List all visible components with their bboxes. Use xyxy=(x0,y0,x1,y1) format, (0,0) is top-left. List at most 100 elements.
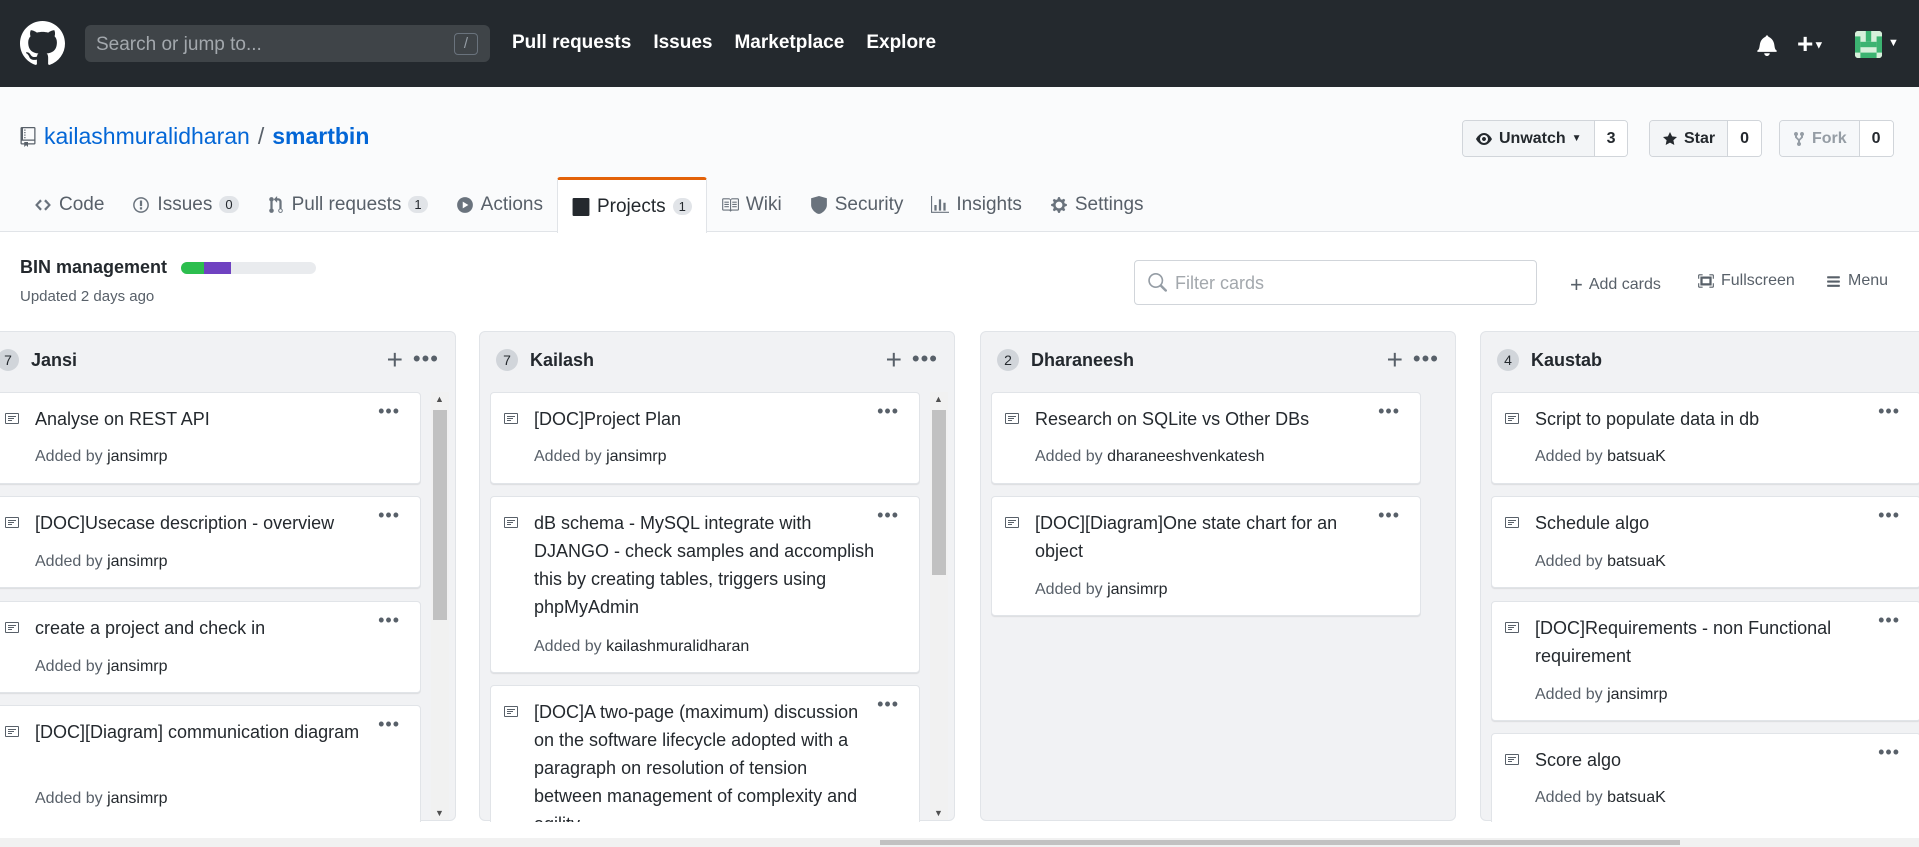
column-scrollbar[interactable]: ▲ ▼ xyxy=(930,392,948,820)
card-author[interactable]: jansimrp xyxy=(107,448,167,465)
card-meta: Added by dharaneeshvenkatesh xyxy=(1035,448,1265,466)
fork-button[interactable]: Fork xyxy=(1780,121,1859,156)
fork-count[interactable]: 0 xyxy=(1858,121,1893,156)
star-button[interactable]: Star xyxy=(1650,121,1728,156)
card[interactable]: [DOC]Usecase description - overview ••• … xyxy=(0,496,421,588)
card-title: [DOC][Diagram]One state chart for an obj… xyxy=(1035,513,1338,561)
kebab-horizontal-icon[interactable]: ••• xyxy=(877,505,899,526)
nav-pull-requests[interactable]: Pull requests xyxy=(512,32,631,54)
add-card-icon[interactable]: + xyxy=(387,344,403,376)
chevron-down-icon[interactable]: ▼ xyxy=(1888,37,1899,49)
card[interactable]: dB schema - MySQL integrate with DJANGO … xyxy=(490,496,920,673)
card-author[interactable]: batsuaK xyxy=(1607,553,1666,570)
kebab-horizontal-icon[interactable]: ••• xyxy=(378,505,400,526)
github-logo-icon[interactable] xyxy=(20,21,65,66)
nav-issues[interactable]: Issues xyxy=(653,32,712,54)
scroll-up-icon[interactable]: ▲ xyxy=(934,394,943,404)
column-dharaneesh: 2 Dharaneesh + ••• Research on SQLite vs… xyxy=(980,331,1456,821)
star-button-group: Star 0 xyxy=(1649,120,1763,157)
watch-count[interactable]: 3 xyxy=(1593,121,1628,156)
tab-insights[interactable]: Insights xyxy=(917,177,1035,232)
card[interactable]: Score algo ••• Added by batsuaK xyxy=(1491,733,1919,822)
column-scrollbar[interactable]: ▲ ▼ xyxy=(431,392,449,820)
card-author[interactable]: jansimrp xyxy=(107,553,167,570)
scrollbar-thumb[interactable] xyxy=(932,410,946,575)
card[interactable]: Schedule algo ••• Added by batsuaK xyxy=(1491,496,1919,588)
tab-label: Projects xyxy=(596,195,666,217)
tab-settings[interactable]: Settings xyxy=(1036,177,1158,232)
kebab-horizontal-icon[interactable]: ••• xyxy=(1878,742,1900,763)
user-avatar[interactable] xyxy=(1855,31,1882,58)
kebab-horizontal-icon[interactable]: ••• xyxy=(912,346,938,372)
card-author[interactable]: kailashmuralidharan xyxy=(606,638,749,655)
add-card-icon[interactable]: + xyxy=(886,344,902,376)
tab-projects[interactable]: Projects 1 xyxy=(556,177,707,233)
card[interactable]: [DOC]A two-page (maximum) discussion on … xyxy=(490,685,920,822)
card-author[interactable]: dharaneeshvenkatesh xyxy=(1107,448,1264,465)
kebab-horizontal-icon[interactable]: ••• xyxy=(378,714,400,735)
card-meta: Added by jansimrp xyxy=(35,658,168,676)
fork-icon xyxy=(1794,131,1804,146)
kebab-horizontal-icon[interactable]: ••• xyxy=(378,610,400,631)
kebab-horizontal-icon[interactable]: ••• xyxy=(1378,401,1400,422)
column-cards: Research on SQLite vs Other DBs ••• Adde… xyxy=(991,392,1421,822)
scrollbar-thumb[interactable] xyxy=(880,840,1680,845)
card-author[interactable]: jansimrp xyxy=(1107,581,1167,598)
star-count[interactable]: 0 xyxy=(1727,121,1762,156)
kebab-horizontal-icon[interactable]: ••• xyxy=(1413,346,1439,372)
card[interactable]: Research on SQLite vs Other DBs ••• Adde… xyxy=(991,392,1421,484)
nav-marketplace[interactable]: Marketplace xyxy=(734,32,844,54)
kebab-horizontal-icon[interactable]: ••• xyxy=(1878,505,1900,526)
tab-security[interactable]: Security xyxy=(796,177,918,232)
create-new-menu-button[interactable]: +▼ xyxy=(1797,28,1824,60)
card-title: Analyse on REST API xyxy=(35,409,210,429)
card[interactable]: Analyse on REST API ••• Added by jansimr… xyxy=(0,392,421,484)
scroll-up-icon[interactable]: ▲ xyxy=(435,394,444,404)
added-by-label: Added by xyxy=(35,553,103,570)
card[interactable]: [DOC][Diagram] communication diagram •••… xyxy=(0,705,421,822)
unwatch-button[interactable]: Unwatch ▼ xyxy=(1463,121,1594,156)
tab-code[interactable]: Code xyxy=(20,177,118,232)
notifications-bell-icon[interactable] xyxy=(1757,34,1777,56)
scroll-down-icon[interactable]: ▼ xyxy=(934,808,943,818)
card[interactable]: [DOC]Requirements - non Functional requi… xyxy=(1491,601,1919,721)
card-author[interactable]: jansimrp xyxy=(606,448,666,465)
filter-cards-input[interactable]: Filter cards xyxy=(1134,260,1537,305)
card[interactable]: [DOC][Diagram]One state chart for an obj… xyxy=(991,496,1421,616)
scrollbar-thumb[interactable] xyxy=(433,410,447,620)
card[interactable]: [DOC]Project Plan ••• Added by jansimrp xyxy=(490,392,920,484)
kebab-horizontal-icon[interactable]: ••• xyxy=(1878,610,1900,631)
search-input[interactable]: Search or jump to... / xyxy=(85,25,490,62)
fullscreen-button[interactable]: Fullscreen xyxy=(1697,272,1795,290)
kebab-horizontal-icon[interactable]: ••• xyxy=(413,346,439,372)
nav-explore[interactable]: Explore xyxy=(866,32,936,54)
tab-issues[interactable]: Issues 0 xyxy=(118,177,252,232)
kebab-horizontal-icon[interactable]: ••• xyxy=(378,401,400,422)
board-horizontal-scrollbar[interactable] xyxy=(0,838,1919,847)
repo-owner-link[interactable]: kailashmuralidharan xyxy=(44,123,250,150)
menu-button[interactable]: Menu xyxy=(1825,272,1888,290)
card-author[interactable]: jansimrp xyxy=(1607,686,1667,703)
repo-name-link[interactable]: smartbin xyxy=(272,123,369,150)
card-author[interactable]: batsuaK xyxy=(1607,789,1666,806)
tab-wiki[interactable]: Wiki xyxy=(707,177,796,232)
card-author[interactable]: jansimrp xyxy=(107,790,167,807)
tab-actions[interactable]: Actions xyxy=(442,177,557,232)
add-card-icon[interactable]: + xyxy=(1387,344,1403,376)
card-author[interactable]: batsuaK xyxy=(1607,448,1666,465)
add-cards-button[interactable]: + Add cards xyxy=(1570,272,1661,298)
added-by-label: Added by xyxy=(534,448,602,465)
kebab-horizontal-icon[interactable]: ••• xyxy=(877,694,899,715)
star-icon xyxy=(1663,131,1677,145)
card-author[interactable]: jansimrp xyxy=(107,658,167,675)
card[interactable]: create a project and check in ••• Added … xyxy=(0,601,421,693)
kebab-horizontal-icon[interactable]: ••• xyxy=(877,401,899,422)
card-meta: Added by batsuaK xyxy=(1535,553,1666,571)
column-title: Jansi xyxy=(31,349,78,370)
project-name[interactable]: BIN management xyxy=(20,257,167,278)
card[interactable]: Script to populate data in db ••• Added … xyxy=(1491,392,1919,484)
tab-pull-requests[interactable]: Pull requests 1 xyxy=(253,177,442,232)
scroll-down-icon[interactable]: ▼ xyxy=(435,808,444,818)
kebab-horizontal-icon[interactable]: ••• xyxy=(1378,505,1400,526)
kebab-horizontal-icon[interactable]: ••• xyxy=(1878,401,1900,422)
